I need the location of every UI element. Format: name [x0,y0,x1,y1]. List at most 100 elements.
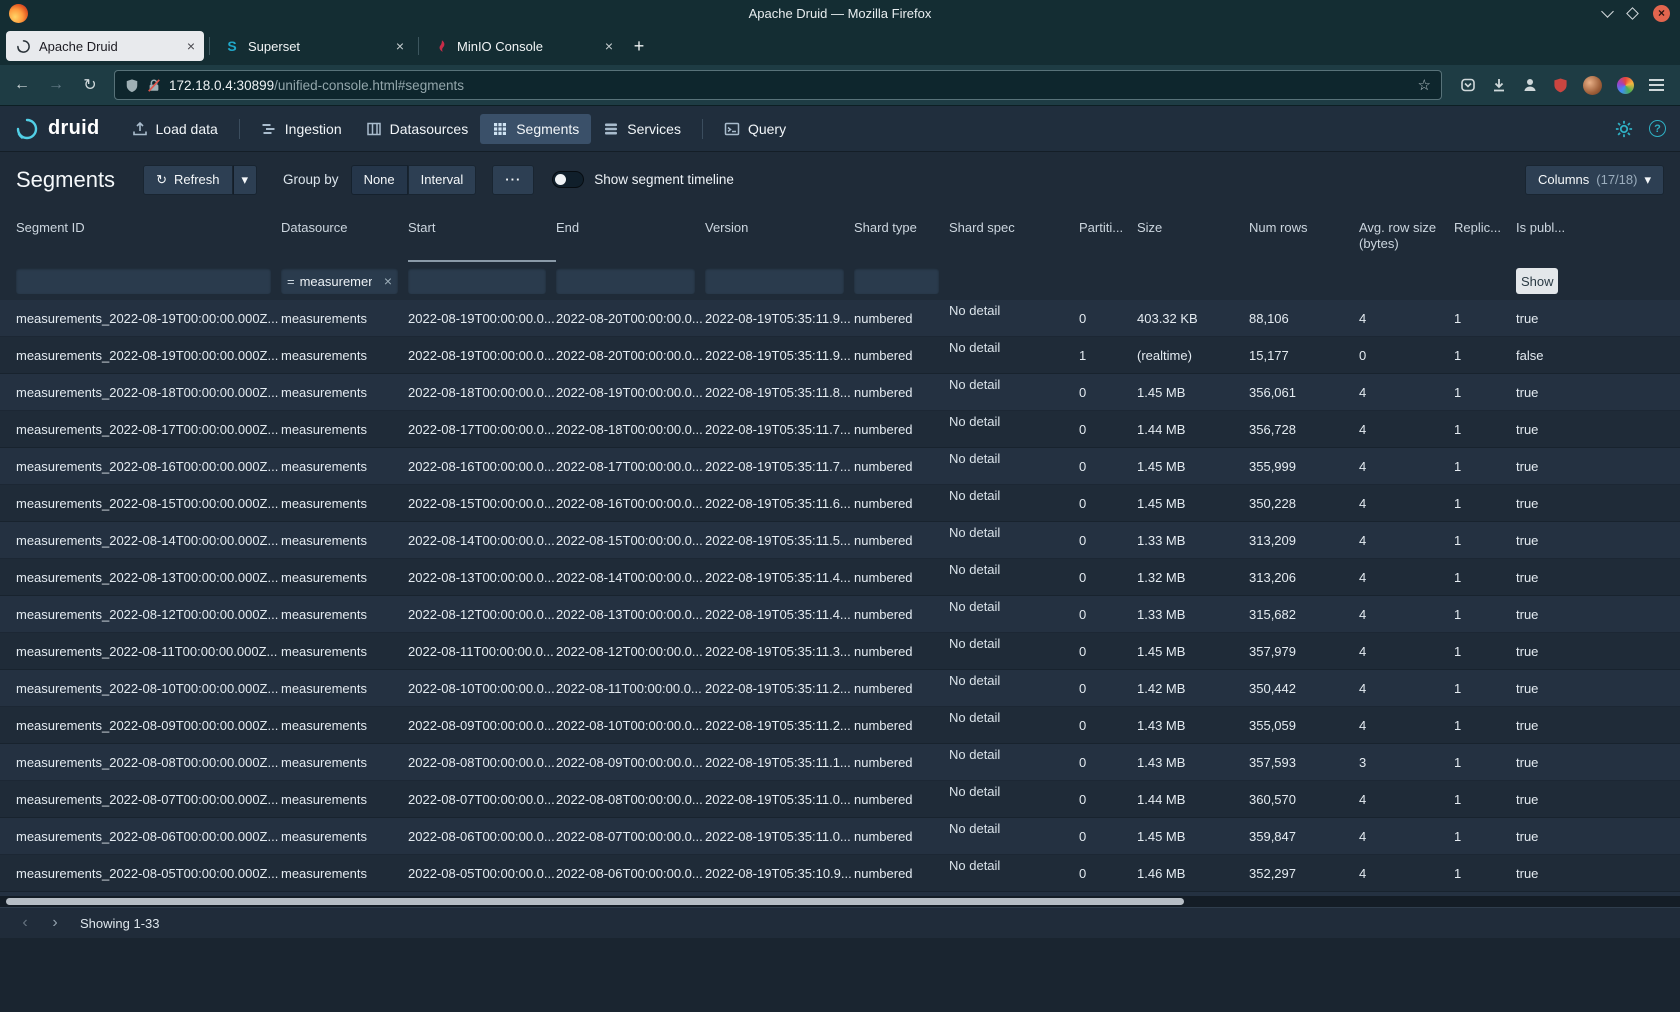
table-row[interactable]: measurements_2022-08-13T00:00:00.000Z...… [0,559,1680,596]
bookmark-star-icon[interactable]: ☆ [1418,76,1431,94]
tab-superset[interactable]: S Superset × [215,31,413,61]
cell-start[interactable]: 2022-08-05T00:00:00.0... [408,866,556,881]
cell-version[interactable]: 2022-08-19T05:35:11.9... [705,348,854,363]
cell-size[interactable]: 1.44 MB [1137,422,1249,437]
table-row[interactable]: measurements_2022-08-15T00:00:00.000Z...… [0,485,1680,522]
cell-num-rows[interactable]: 315,682 [1249,607,1359,622]
back-button[interactable]: ← [8,71,36,99]
column-header-size[interactable]: Size [1137,207,1249,262]
cell-segment-id[interactable]: measurements_2022-08-19T00:00:00.000Z... [16,311,281,326]
cell-start[interactable]: 2022-08-17T00:00:00.0... [408,422,556,437]
cell-datasource[interactable]: measurements [281,829,408,844]
cell-start[interactable]: 2022-08-10T00:00:00.0... [408,681,556,696]
cell-replicas[interactable]: 1 [1454,607,1516,622]
cell-size[interactable]: 1.45 MB [1137,385,1249,400]
cell-is-published[interactable]: true [1516,607,1676,622]
cell-start[interactable]: 2022-08-18T00:00:00.0... [408,385,556,400]
ublock-shield-icon[interactable] [1553,77,1568,93]
cell-segment-id[interactable]: measurements_2022-08-11T00:00:00.000Z... [16,644,281,659]
cell-partition[interactable]: 0 [1079,311,1137,326]
druid-brand[interactable]: druid [14,117,100,141]
column-header-shard-spec[interactable]: Shard spec [949,207,1079,262]
cell-version[interactable]: 2022-08-19T05:35:10.9... [705,866,854,881]
table-row[interactable]: measurements_2022-08-06T00:00:00.000Z...… [0,818,1680,855]
table-row[interactable]: measurements_2022-08-14T00:00:00.000Z...… [0,522,1680,559]
cell-partition[interactable]: 0 [1079,570,1137,585]
cell-start[interactable]: 2022-08-13T00:00:00.0... [408,570,556,585]
window-close-icon[interactable]: × [1653,5,1670,22]
cell-segment-id[interactable]: measurements_2022-08-14T00:00:00.000Z... [16,533,281,548]
cell-segment-id[interactable]: measurements_2022-08-10T00:00:00.000Z... [16,681,281,696]
columns-button[interactable]: Columns (17/18) ▾ [1525,165,1664,195]
cell-segment-id[interactable]: measurements_2022-08-12T00:00:00.000Z... [16,607,281,622]
column-header-datasource[interactable]: Datasource [281,207,408,262]
cell-num-rows[interactable]: 357,593 [1249,755,1359,770]
cell-shard-type[interactable]: numbered [854,829,949,844]
cell-replicas[interactable]: 1 [1454,644,1516,659]
cell-end[interactable]: 2022-08-16T00:00:00.0... [556,496,705,511]
cell-shard-type[interactable]: numbered [854,311,949,326]
table-row[interactable]: measurements_2022-08-17T00:00:00.000Z...… [0,411,1680,448]
cell-replicas[interactable]: 1 [1454,348,1516,363]
cell-end[interactable]: 2022-08-20T00:00:00.0... [556,311,705,326]
cell-is-published[interactable]: true [1516,755,1676,770]
cell-start[interactable]: 2022-08-16T00:00:00.0... [408,459,556,474]
cell-avg-row-size[interactable]: 4 [1359,792,1454,807]
cell-datasource[interactable]: measurements [281,422,408,437]
cell-shard-type[interactable]: numbered [854,422,949,437]
cell-num-rows[interactable]: 88,106 [1249,311,1359,326]
cell-avg-row-size[interactable]: 4 [1359,644,1454,659]
cell-segment-id[interactable]: measurements_2022-08-16T00:00:00.000Z... [16,459,281,474]
cell-end[interactable]: 2022-08-10T00:00:00.0... [556,718,705,733]
cell-version[interactable]: 2022-08-19T05:35:11.4... [705,607,854,622]
cell-start[interactable]: 2022-08-11T00:00:00.0... [408,644,556,659]
cell-datasource[interactable]: measurements [281,607,408,622]
cell-size[interactable]: 1.33 MB [1137,607,1249,622]
cell-avg-row-size[interactable]: 4 [1359,607,1454,622]
horizontal-scrollbar-thumb[interactable] [6,898,1184,905]
cell-partition[interactable]: 0 [1079,459,1137,474]
cell-shard-type[interactable]: numbered [854,792,949,807]
help-icon[interactable]: ? [1649,120,1666,137]
cell-size[interactable]: 1.43 MB [1137,718,1249,733]
cell-version[interactable]: 2022-08-19T05:35:11.7... [705,422,854,437]
cell-partition[interactable]: 0 [1079,496,1137,511]
cell-is-published[interactable]: true [1516,792,1676,807]
column-header-shard-type[interactable]: Shard type [854,207,949,262]
cell-version[interactable]: 2022-08-19T05:35:11.5... [705,533,854,548]
cell-avg-row-size[interactable]: 4 [1359,718,1454,733]
cell-size[interactable]: 1.43 MB [1137,755,1249,770]
cell-partition[interactable]: 1 [1079,348,1137,363]
cell-size[interactable]: 1.45 MB [1137,829,1249,844]
cell-replicas[interactable]: 1 [1454,533,1516,548]
toggle-switch-off[interactable] [552,171,584,188]
cell-datasource[interactable]: measurements [281,459,408,474]
previous-page-button[interactable]: ‹ [12,911,38,935]
is-published-filter-select[interactable]: Show [1516,268,1558,294]
cell-start[interactable]: 2022-08-15T00:00:00.0... [408,496,556,511]
cell-start[interactable]: 2022-08-14T00:00:00.0... [408,533,556,548]
cell-replicas[interactable]: 1 [1454,755,1516,770]
table-row[interactable]: measurements_2022-08-08T00:00:00.000Z...… [0,744,1680,781]
cell-avg-row-size[interactable]: 4 [1359,533,1454,548]
cell-num-rows[interactable]: 352,297 [1249,866,1359,881]
cell-num-rows[interactable]: 356,061 [1249,385,1359,400]
tab-minio-console[interactable]: MinIO Console × [424,31,622,61]
cell-shard-type[interactable]: numbered [854,385,949,400]
url-bar[interactable]: 172.18.0.4:30899/unified-console.html#se… [114,70,1442,100]
cell-shard-type[interactable]: numbered [854,348,949,363]
cell-shard-type[interactable]: numbered [854,496,949,511]
cell-version[interactable]: 2022-08-19T05:35:11.1... [705,755,854,770]
filter-remove-icon[interactable]: × [384,273,392,289]
cell-avg-row-size[interactable]: 4 [1359,385,1454,400]
cell-avg-row-size[interactable]: 4 [1359,570,1454,585]
cell-size[interactable]: 1.32 MB [1137,570,1249,585]
cell-version[interactable]: 2022-08-19T05:35:11.2... [705,681,854,696]
cell-version[interactable]: 2022-08-19T05:35:11.9... [705,311,854,326]
cell-partition[interactable]: 0 [1079,681,1137,696]
cell-size[interactable]: 1.45 MB [1137,644,1249,659]
cell-version[interactable]: 2022-08-19T05:35:11.6... [705,496,854,511]
cell-replicas[interactable]: 1 [1454,570,1516,585]
cell-end[interactable]: 2022-08-17T00:00:00.0... [556,459,705,474]
cell-avg-row-size[interactable]: 3 [1359,755,1454,770]
